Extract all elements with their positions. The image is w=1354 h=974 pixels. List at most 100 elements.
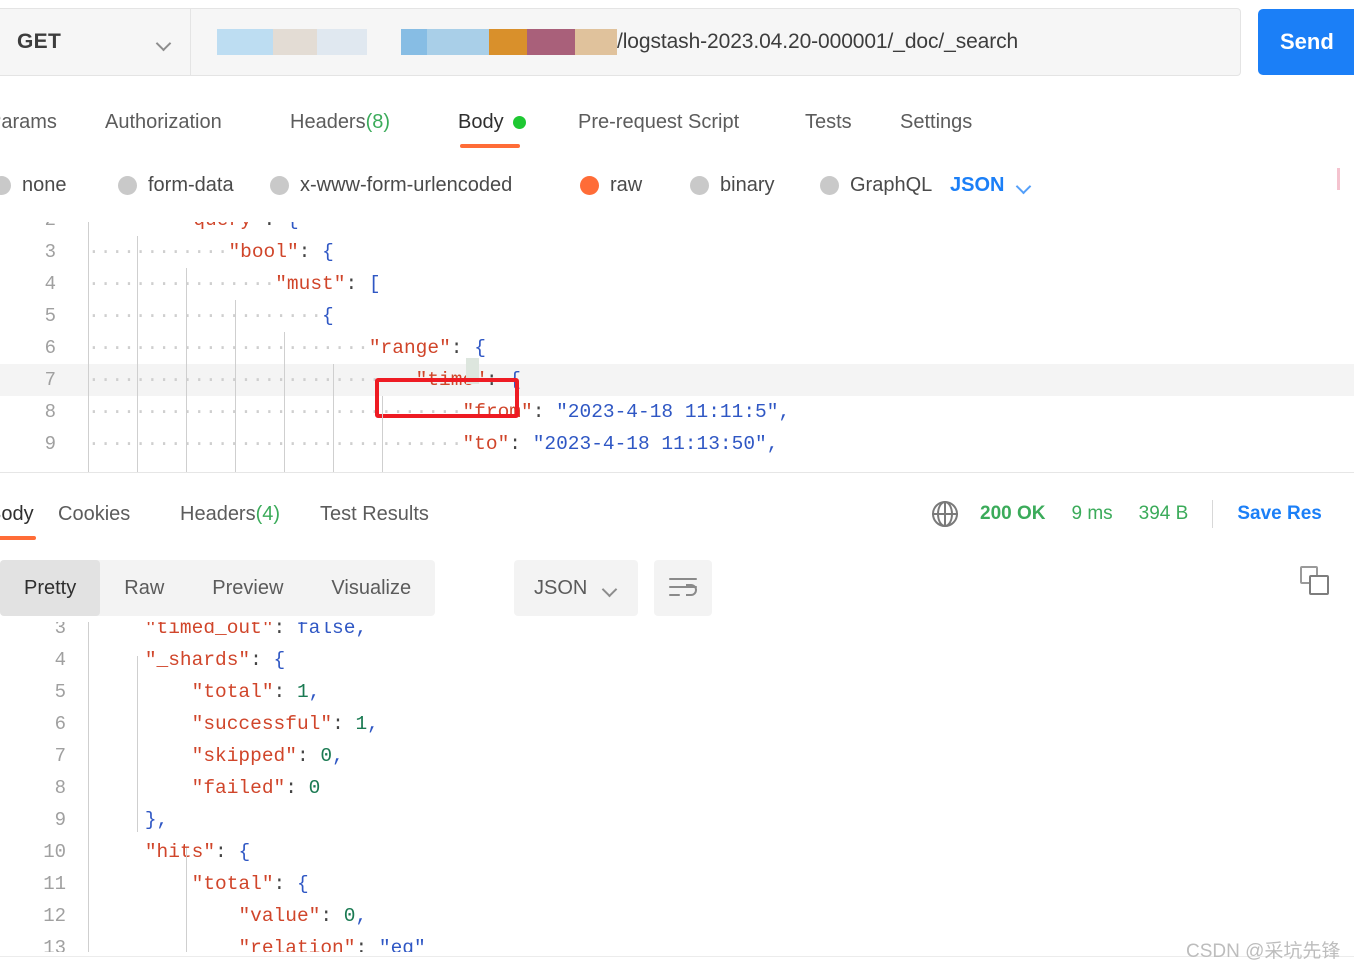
code-text: "_shards": {	[144, 649, 286, 671]
code-line: 7 ····························"time": {	[0, 364, 1354, 396]
radio-icon	[820, 175, 839, 195]
body-type-label: raw	[610, 173, 643, 196]
code-text: ································"to": "2…	[88, 433, 779, 455]
request-tab-bar: Params Authorization Headers (8) Body Pre-re…	[0, 100, 1354, 148]
response-tab-cookies[interactable]: Cookies	[58, 492, 130, 536]
request-tab-body[interactable]: Body	[458, 100, 526, 144]
response-view-preview[interactable]: Preview	[188, 560, 307, 616]
body-type-graphql[interactable]: GraphQL	[820, 168, 932, 202]
body-type-binary[interactable]: binary	[690, 168, 774, 202]
body-type-label: GraphQL	[850, 173, 933, 196]
response-tab-headers[interactable]: Headers (4)	[180, 492, 280, 536]
body-format-selector[interactable]: JSON	[950, 168, 1032, 202]
word-wrap-button[interactable]	[654, 560, 712, 616]
word-wrap-icon	[669, 577, 697, 599]
body-type-none[interactable]: none	[0, 168, 67, 202]
indent-guide	[284, 332, 285, 472]
code-line: 8 ································"from":…	[0, 396, 1354, 428]
code-text: "hits": {	[144, 841, 251, 863]
request-tab-settings[interactable]: Settings	[900, 100, 972, 144]
body-type-raw[interactable]: raw	[580, 168, 642, 202]
response-tab-label: Body	[0, 502, 34, 525]
postman-window: GET /logstash-2023.04.20-000001/_doc/_se…	[0, 0, 1354, 974]
send-button-label: Send	[1280, 29, 1334, 54]
send-button[interactable]: Send	[1258, 9, 1354, 75]
line-number: 9	[44, 433, 56, 455]
response-body-editor[interactable]: 3 "timed_out": false, 4 "_shards": {5 "to…	[0, 622, 1354, 952]
request-tab-label: Params	[0, 110, 57, 133]
indent-guide	[88, 222, 89, 472]
bracket-match-highlight	[466, 358, 479, 384]
code-line: 10 "hits": {	[0, 836, 1354, 868]
code-line: 4 "_shards": {	[0, 644, 1354, 676]
code-text: "value": 0,	[238, 905, 368, 927]
line-number: 3	[44, 241, 56, 263]
radio-icon	[270, 175, 289, 195]
line-number: 7	[44, 369, 56, 391]
response-view-raw[interactable]: Raw	[100, 560, 188, 616]
redacted-block	[489, 29, 527, 55]
line-number: 13	[43, 937, 66, 952]
code-line: 6 ························"range": {	[0, 332, 1354, 364]
code-text: "failed": 0	[191, 777, 321, 799]
code-line: 4 ················"must": [	[0, 268, 1354, 300]
redacted-block	[273, 29, 317, 55]
chevron-down-icon	[1017, 181, 1032, 190]
body-type-label: binary	[720, 173, 775, 196]
indent-guide	[186, 848, 187, 952]
code-text: ························"range": {	[88, 337, 486, 359]
code-text: "relation": "eq"	[238, 937, 426, 952]
response-tab-test-results[interactable]: Test Results	[320, 492, 429, 536]
line-number: 2	[0, 222, 56, 236]
globe-icon	[932, 501, 958, 527]
right-edge-marker	[1337, 168, 1340, 190]
code-text: "total": {	[191, 873, 309, 895]
line-number: 7	[54, 745, 66, 767]
indent-guide	[235, 300, 236, 472]
request-tab-label: Authorization	[105, 110, 222, 133]
response-size: 394 B	[1138, 503, 1189, 524]
body-type-form-data[interactable]: form-data	[118, 168, 234, 202]
http-method-selector[interactable]: GET	[0, 8, 191, 76]
code-text: ····················{	[88, 305, 334, 327]
body-type-row: none form-data x-www-form-urlencoded raw bin…	[0, 168, 1354, 208]
body-type-x-www-form-urlencoded[interactable]: x-www-form-urlencoded	[270, 168, 512, 202]
request-tab-pre-request-script[interactable]: Pre-request Script	[578, 100, 739, 144]
request-tab-label: Body	[458, 110, 504, 133]
response-view-pretty[interactable]: Pretty	[0, 560, 101, 616]
response-view-visualize[interactable]: Visualize	[307, 560, 435, 616]
request-tab-authorization[interactable]: Authorization	[105, 100, 222, 144]
line-number: 9	[54, 809, 66, 831]
indent-guide	[137, 656, 138, 832]
response-format-selector[interactable]: JSON	[514, 560, 639, 616]
request-tab-params[interactable]: Params	[0, 100, 57, 144]
response-view-switcher: Pretty Raw Preview Visualize	[0, 560, 436, 616]
request-tab-label: Headers	[290, 110, 366, 133]
indent-guide	[137, 236, 138, 472]
copy-response-button[interactable]	[1300, 566, 1336, 602]
radio-icon	[580, 175, 599, 195]
response-status-bar: 200 OK 9 ms 394 B Save Res	[932, 496, 1322, 532]
url-path-text: /logstash-2023.04.20-000001/_doc/_search	[617, 30, 1019, 53]
response-tab-body[interactable]: Body	[0, 492, 34, 536]
code-text: ····························"time": {	[88, 369, 521, 391]
line-number: 8	[54, 777, 66, 799]
request-url-bar: GET /logstash-2023.04.20-000001/_doc/_se…	[0, 8, 1354, 76]
code-line: 9 },	[0, 804, 1354, 836]
request-tab-label: Pre-request Script	[578, 110, 740, 133]
request-body-editor[interactable]: 2 ········"query": {3 ············"bool": …	[0, 222, 1354, 473]
response-tab-label: Cookies	[58, 502, 131, 525]
chevron-down-icon	[603, 584, 618, 593]
code-line: 13 "relation": "eq"	[0, 932, 1354, 952]
code-line: 9 ································"to": "…	[0, 428, 1354, 460]
request-tab-headers[interactable]: Headers (8)	[290, 100, 390, 144]
save-response-button[interactable]: Save Res	[1237, 503, 1322, 525]
code-line: 3 ············"bool": {	[0, 236, 1354, 268]
code-line: 11 "total": {	[0, 868, 1354, 900]
url-input[interactable]: /logstash-2023.04.20-000001/_doc/_search	[191, 8, 1241, 76]
code-line: 5 ····················{	[0, 300, 1354, 332]
indent-guide	[382, 396, 383, 472]
request-tab-tests[interactable]: Tests	[805, 100, 852, 144]
redacted-block	[401, 29, 427, 55]
line-number: 12	[43, 905, 66, 927]
